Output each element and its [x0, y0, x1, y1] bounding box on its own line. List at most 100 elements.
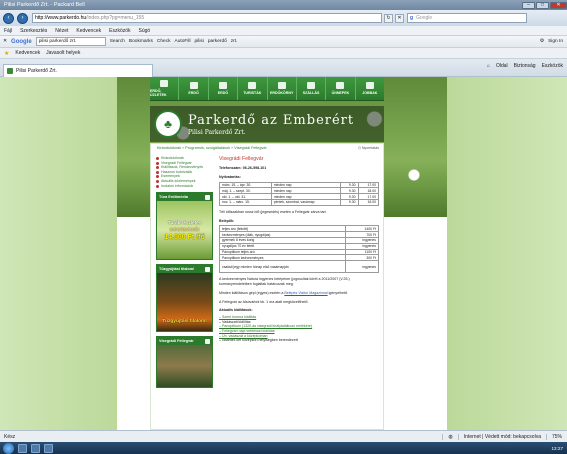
start-button[interactable]: [3, 442, 14, 454]
page-menu[interactable]: Oldal: [496, 63, 508, 69]
highlight-parkerdo[interactable]: parkerdő: [208, 39, 227, 44]
nav-label: ERDŐ: [217, 91, 229, 95]
nav-icon: [336, 82, 345, 89]
open-cell: 9.30: [339, 199, 359, 206]
menu-edit[interactable]: Szerkesztés: [20, 28, 47, 34]
forward-icon[interactable]: ›: [17, 12, 28, 24]
nav-item-5[interactable]: ERDŐKÖRNY: [268, 77, 297, 100]
promo-box-castle[interactable]: Visegrádi Fellegvár: [156, 336, 213, 389]
signin-link[interactable]: Sign In: [548, 39, 567, 44]
days-cell: péntek, szombat, vasárnap: [270, 199, 341, 206]
table-row: családi jegy minden hónap első vasárnapj…: [218, 260, 379, 274]
google-query-input[interactable]: pilisi parkerdő zrt.: [35, 37, 106, 46]
exhibits-list: Szent korona kiállítás Vadászati kiállít…: [219, 315, 379, 343]
menu-help[interactable]: Súgó: [139, 28, 151, 34]
price-label: családi jegy minden hónap első vasárnapj…: [218, 260, 347, 274]
print-link[interactable]: ⎙ Nyomtatás: [358, 146, 379, 150]
minimize-button[interactable]: –: [522, 1, 535, 9]
breadcrumb-item[interactable]: Visegrádi Fellegvár: [234, 146, 266, 150]
highlight-zrt[interactable]: zrt.: [231, 39, 238, 44]
nav-item-2[interactable]: ERDŐ: [179, 77, 209, 100]
promo-box-tours[interactable]: Túra Erdőmédia Túrák részletes INFORMÁCI…: [156, 192, 213, 261]
favorites-button[interactable]: Kedvencek: [15, 50, 40, 56]
url-field[interactable]: http://www.parkerdo.hu/index.php?pg=menu…: [32, 13, 382, 23]
security-zone[interactable]: Internet | Védett mód: bekapcsolva: [457, 433, 546, 440]
url-path: /index.php?pg=menu_155: [86, 15, 145, 21]
nav-item-3[interactable]: ERDŐ: [209, 77, 239, 100]
explorer-taskbar-icon[interactable]: [31, 443, 40, 453]
promo-box-image: Túrák részletes INFORMÁCIÓI 14.500 Ft /f…: [157, 201, 212, 260]
nav-label: SZÁLLÁS: [302, 91, 320, 95]
taskbar: 13:27: [0, 442, 567, 454]
site-favicon-icon: [7, 67, 13, 74]
back-icon[interactable]: ‹: [3, 12, 14, 24]
toolbar-close-icon[interactable]: ✕: [3, 39, 7, 44]
nav-label: TURISTÁK: [243, 91, 262, 95]
menu-view[interactable]: Nézet: [55, 28, 68, 34]
stop-icon[interactable]: ✕: [395, 13, 404, 23]
nav-item-1[interactable]: ERDŐ, ÜZLETEK: [150, 77, 180, 100]
nav-label: ÜNNEPEK: [331, 91, 350, 95]
promo-line: INFORMÁCIÓI: [169, 226, 200, 232]
menu-file[interactable]: Fájl: [4, 28, 12, 34]
maximize-button[interactable]: □: [536, 1, 549, 9]
check-button[interactable]: Check: [157, 39, 171, 44]
nav-item-4[interactable]: TURISTÁK: [238, 77, 268, 100]
breadcrumb-item[interactable]: Programok, szolgáltatások: [185, 146, 230, 150]
nav-icon: [277, 82, 286, 89]
settings-icon[interactable]: ⚙: [540, 39, 544, 44]
menu-tools[interactable]: Eszközök: [109, 28, 130, 34]
nav-item-6[interactable]: SZÁLLÁS: [297, 77, 327, 100]
list-item: valamint két középkori helyiségben beren…: [219, 338, 379, 343]
tab-active[interactable]: Pilisi Parkerdő Zrt.: [3, 63, 153, 77]
autofill-button[interactable]: AutoFill: [175, 39, 191, 44]
exhibits-title: Aktuális kiállítások:: [219, 308, 253, 313]
site-logo-banner[interactable]: ♣ Parkerdő az Emberért Pilisi Parkerdő Z…: [150, 106, 384, 142]
arrow-icon: [205, 266, 210, 272]
winter-note: Téli időszakban rossz idő (jegesedés) es…: [219, 209, 327, 214]
nav-item-7[interactable]: ÜNNEPEK: [326, 77, 356, 100]
safety-menu[interactable]: Biztonság: [514, 63, 536, 69]
promo-box-fire-ban[interactable]: Tűzgyújtási tilalom! Tűzgyújtási tilalom…: [156, 264, 213, 333]
side-menu: Kirándulóknak Visegrádi Fellegvár Kiállí…: [156, 156, 213, 188]
discount-paragraph: A kedvezményes Natura ingyenes belépésre…: [219, 277, 350, 286]
search-input[interactable]: g Google: [407, 13, 527, 23]
bookmarks-button[interactable]: Bookmarks: [129, 39, 153, 44]
tools-menu[interactable]: Eszközök: [542, 63, 563, 69]
phone-number: Telefonszám: 06-26-598-101: [219, 166, 267, 170]
google-search-button[interactable]: Search: [110, 39, 125, 44]
close-button[interactable]: ✕: [550, 1, 567, 9]
prices-table: teljes árú (felnőtt) 1400 Ft kedvezményes…: [218, 225, 379, 274]
page-viewport[interactable]: ERDŐ, ÜZLETEK ERDŐ ERDŐ TURISTÁK ERDŐKÖR…: [0, 77, 567, 430]
breadcrumb-item[interactable]: Kirándulóknak: [157, 146, 181, 150]
globe-icon: ◍: [442, 433, 457, 440]
menu-favorites[interactable]: Kedvencek: [76, 28, 101, 34]
print-label: Nyomtatás: [361, 146, 379, 150]
promo-box-image: Tűzgyújtási tilalom!: [157, 273, 212, 332]
promo-price: 14.500 Ft /fő: [164, 233, 205, 241]
tab-bar: Pilisi Parkerdő Zrt. ⌂ Oldal Biztonság E…: [0, 59, 567, 77]
suggested-sites-link[interactable]: Javasolt helyek: [46, 50, 80, 56]
background-left: [0, 77, 117, 430]
nav-item-8[interactable]: JOBBAK: [356, 77, 384, 100]
nav-icon: [307, 82, 316, 89]
main-article: Visegrádi Fellegvár Telefonszám: 06-26-5…: [218, 156, 380, 343]
table-row: nov. 1. – márc. 15. péntek, szombat, vasá…: [219, 199, 380, 206]
close-cell: 16.00: [357, 199, 380, 206]
home-icon[interactable]: ⌂: [487, 63, 490, 69]
booking-link[interactable]: Belépés Visitor Magazinnál: [284, 291, 327, 295]
ie-taskbar-icon[interactable]: [18, 443, 27, 453]
search-placeholder: Google: [416, 15, 433, 21]
zoom-level[interactable]: 75%: [545, 433, 567, 440]
title-bar: Pilisi Parkerdő Zrt. - Packard Bell – □ …: [0, 0, 567, 10]
side-menu-item[interactable]: Irodalmi információk: [156, 184, 213, 189]
logo-subtitle: Pilisi Parkerdő Zrt.: [188, 128, 246, 136]
hours-title: Nyitvatartás:: [219, 174, 241, 179]
highlight-pilisi[interactable]: pilisi: [195, 39, 204, 44]
media-taskbar-icon[interactable]: [44, 443, 53, 453]
content-panel: Kirándulóknak » Programok, szolgáltatáso…: [150, 143, 384, 430]
refresh-icon[interactable]: ↻: [384, 13, 393, 23]
clock[interactable]: 13:27: [552, 446, 567, 451]
favorites-star-icon[interactable]: ★: [4, 50, 9, 57]
nav-icon: [218, 82, 227, 89]
